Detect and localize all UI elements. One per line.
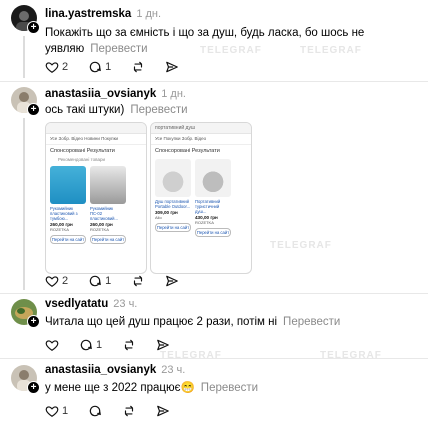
reply-button[interactable]: 1	[79, 338, 102, 352]
share-button[interactable]	[165, 60, 179, 74]
post-actions: 2 1	[45, 59, 199, 75]
timestamp: 23 ч.	[161, 364, 186, 376]
heart-icon	[45, 340, 59, 351]
product-title: Портативний туристичний душ...	[195, 199, 221, 214]
post-text: у мене ще з 2022 працює😁 Перевести	[45, 382, 259, 394]
like-button[interactable]	[45, 338, 59, 352]
send-icon	[166, 61, 179, 73]
post-actions: 1	[45, 403, 190, 419]
product-title: Рукомийник ПС-02 пластиковий...	[90, 206, 118, 221]
username[interactable]: anastasiia_ovsianyk 1 дн.	[45, 88, 186, 100]
repost-button[interactable]	[131, 274, 145, 288]
repost-icon	[125, 405, 134, 417]
thread-line	[23, 36, 25, 78]
post-text: Читала що цей душ працює 2 рази, потім н…	[45, 316, 341, 328]
translate-link[interactable]: Перевести	[201, 382, 258, 394]
product-card: Портативний туристичний душ... 430,00 гр…	[195, 159, 231, 237]
product-shop: ROZETKA	[195, 220, 214, 225]
reply-button[interactable]: 1	[88, 60, 111, 74]
username[interactable]: vsedlyatatu 23 ч.	[45, 298, 137, 310]
divider	[0, 293, 428, 294]
send-icon	[166, 275, 179, 287]
product-shop: Allo	[155, 215, 162, 220]
product-shop: ROZETKA	[90, 227, 109, 232]
timestamp: 1 дн.	[161, 88, 186, 100]
comment-icon	[89, 275, 101, 287]
product-image	[90, 166, 126, 204]
heart-icon	[45, 406, 59, 417]
share-button[interactable]	[165, 274, 179, 288]
follow-plus-icon[interactable]: +	[27, 21, 40, 34]
like-button[interactable]: 2	[45, 274, 68, 288]
follow-plus-icon[interactable]: +	[27, 381, 40, 394]
translate-link[interactable]: Перевести	[130, 104, 187, 116]
comment-icon	[89, 405, 101, 417]
post-actions: 1	[45, 337, 190, 353]
product-image	[195, 159, 231, 197]
follow-plus-icon[interactable]: +	[27, 103, 40, 116]
repost-icon	[134, 275, 143, 287]
product-link: Перейти на сайт	[155, 223, 191, 232]
send-icon	[157, 405, 169, 417]
reply-button[interactable]	[88, 404, 102, 418]
search-bar: портативний душ	[151, 123, 251, 134]
product-link: Перейти на сайт	[50, 235, 86, 244]
product-title: Рукомийник пластиковий з тумбою...	[50, 206, 78, 221]
search-bar	[46, 123, 146, 134]
like-button[interactable]: 1	[45, 404, 68, 418]
product-link: Перейти на сайт	[195, 228, 231, 237]
product-card: Рукомийник ПС-02 пластиковий... 260,00 г…	[90, 166, 126, 244]
sponsored-heading: Спонсоровані Результати	[50, 148, 115, 154]
heart-icon	[45, 276, 59, 287]
translate-link[interactable]: Перевести	[90, 43, 147, 55]
store-label: Рекомендовані товари	[58, 157, 105, 162]
repost-icon	[134, 61, 143, 73]
screenshot-image[interactable]: Усе Зобр. Відео Новини Покупки Спонсоров…	[45, 122, 147, 274]
watermark: TELEGRAF	[270, 240, 332, 251]
post-text: ось такі штуки) Перевести	[45, 104, 188, 116]
thread-line	[23, 118, 25, 290]
repost-button[interactable]	[131, 60, 145, 74]
screenshot-image[interactable]: портативний душ Усе Покупки Зобр. Відео …	[150, 122, 252, 274]
post-actions: 2 1	[45, 273, 199, 289]
post-text: Покажіть що за ємність і що за душ, будь…	[45, 27, 365, 55]
product-shop: ROZETKA	[50, 227, 69, 232]
product-link: Перейти на сайт	[90, 235, 126, 244]
repost-button[interactable]	[122, 404, 136, 418]
watermark: TELEGRAF	[320, 350, 382, 361]
product-card: Душ портативний Portable Outdoor... 309,…	[155, 159, 191, 237]
share-button[interactable]	[156, 404, 170, 418]
divider	[0, 81, 428, 82]
search-tabs: Усе Покупки Зобр. Відео	[151, 134, 251, 145]
timestamp: 1 дн.	[136, 8, 162, 20]
comment-icon	[80, 339, 92, 351]
grin-emoji: 😁	[180, 382, 195, 394]
product-image	[155, 159, 191, 197]
divider	[0, 358, 428, 359]
share-button[interactable]	[156, 338, 170, 352]
search-tabs: Усе Зобр. Відео Новини Покупки	[46, 134, 146, 145]
reply-button[interactable]: 1	[88, 274, 111, 288]
send-icon	[157, 339, 169, 351]
heart-icon	[45, 62, 59, 73]
translate-link[interactable]: Перевести	[283, 316, 340, 328]
product-image	[50, 166, 86, 204]
username[interactable]: anastasiia_ovsianyk 23 ч.	[45, 364, 185, 376]
repost-icon	[125, 339, 134, 351]
product-card: Рукомийник пластиковий з тумбою... 260,0…	[50, 166, 86, 244]
comment-icon	[89, 61, 101, 73]
follow-plus-icon[interactable]: +	[27, 315, 40, 328]
username[interactable]: lina.yastremska 1 дн.	[45, 8, 161, 20]
like-button[interactable]: 2	[45, 60, 68, 74]
timestamp: 23 ч.	[113, 298, 138, 310]
sponsored-heading: Спонсоровані Результати	[155, 148, 220, 154]
product-title: Душ портативний Portable Outdoor...	[155, 199, 191, 209]
repost-button[interactable]	[122, 338, 136, 352]
